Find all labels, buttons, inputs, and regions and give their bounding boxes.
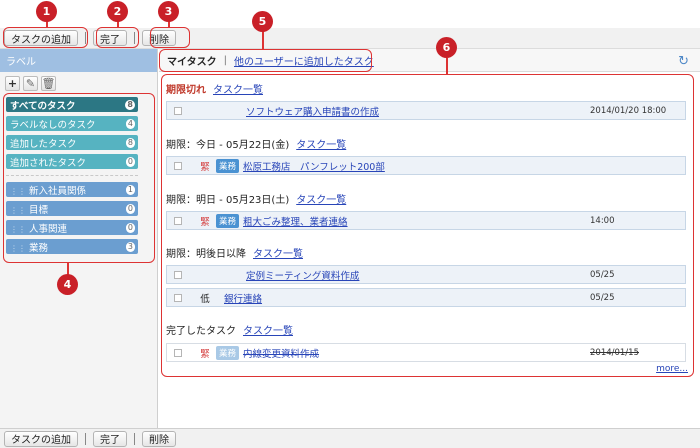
label-tools: + ✎ 🗑 [0,72,157,94]
callout-line [262,31,264,49]
plus-icon[interactable]: + [5,75,20,91]
callout-number-1: 1 [36,1,57,22]
add-task-button[interactable]: タスクの追加 [4,430,78,447]
callout-number-3: 3 [158,1,179,22]
toolbar-separator [134,432,135,445]
refresh-icon[interactable]: ↻ [678,54,689,69]
callout-box-5 [159,49,372,72]
complete-button[interactable]: 完了 [93,430,127,447]
bottom-toolbar: タスクの追加 完了 削除 [0,428,700,448]
callout-box-1 [3,27,88,48]
toolbar-separator [85,432,86,445]
trash-icon[interactable]: 🗑 [41,75,56,91]
callout-line [446,58,448,74]
callout-number-5: 5 [252,11,273,32]
callout-box-3 [150,27,190,48]
callout-box-6 [161,74,694,377]
delete-button[interactable]: 削除 [142,430,176,447]
callout-line [117,21,119,28]
callout-line [168,21,170,28]
callout-number-4: 4 [57,274,78,295]
callout-box-2 [96,27,139,48]
callout-line [46,21,48,28]
callout-box-4 [3,93,155,263]
pencil-icon[interactable]: ✎ [23,75,38,91]
callout-number-6: 6 [436,37,457,58]
sidebar-header: ラベル [0,49,157,72]
callout-number-2: 2 [107,1,128,22]
